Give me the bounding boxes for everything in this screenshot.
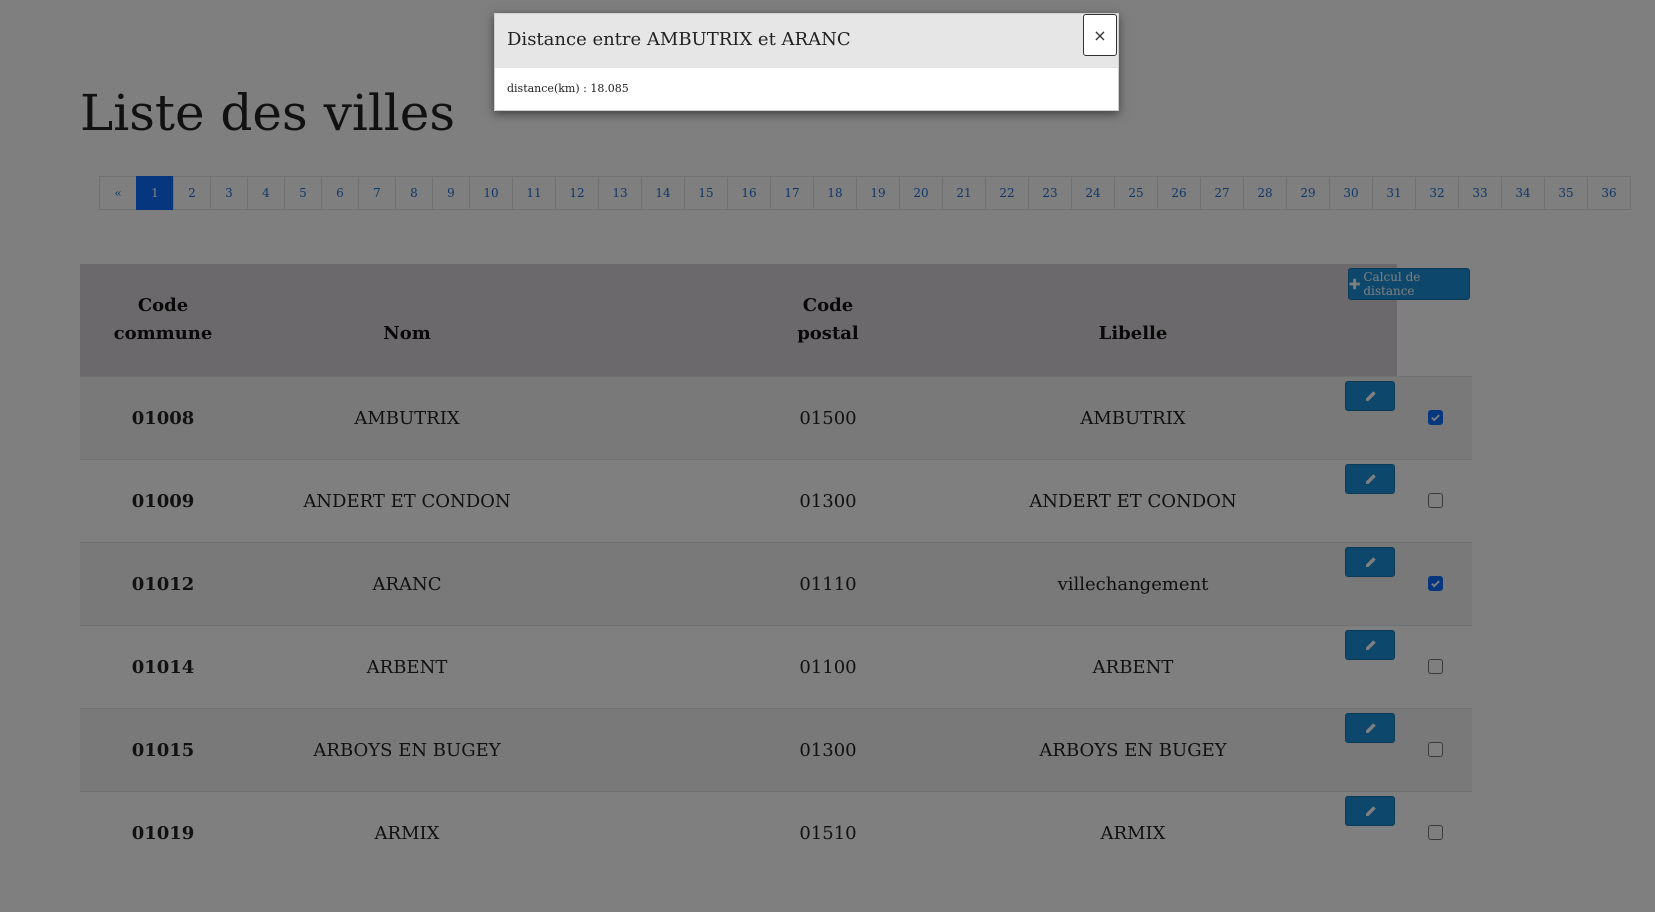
- modal-backdrop[interactable]: [0, 0, 1655, 912]
- modal-header: Distance entre AMBUTRIX et ARANC ×: [495, 14, 1118, 68]
- modal-title: Distance entre AMBUTRIX et ARANC: [507, 29, 851, 50]
- close-icon: ×: [1093, 25, 1107, 45]
- modal-body-distance: distance(km) : 18.085: [507, 82, 629, 95]
- distance-modal: Distance entre AMBUTRIX et ARANC × dista…: [494, 13, 1119, 111]
- close-button[interactable]: ×: [1083, 14, 1117, 56]
- page: Liste des villes «1234567891011121314151…: [0, 0, 1655, 912]
